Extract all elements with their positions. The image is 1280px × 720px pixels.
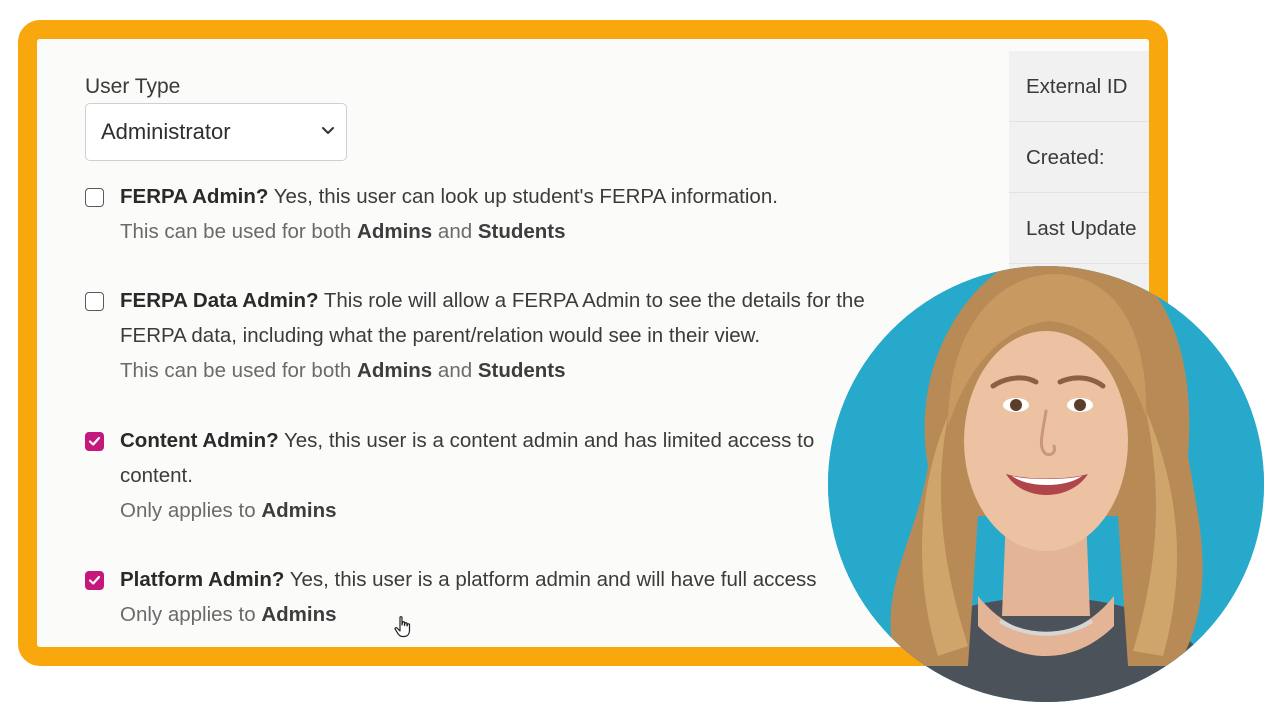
content-admin-checkbox[interactable]: [85, 432, 104, 451]
option-desc: Yes, this user can look up student's FER…: [268, 185, 778, 208]
option-description: Content Admin? Yes, this user is a conte…: [120, 423, 875, 493]
chevron-down-icon: [322, 127, 334, 134]
option-title: Platform Admin?: [120, 568, 285, 591]
note-students: Students: [477, 359, 566, 382]
option-content-admin: Content Admin? Yes, this user is a conte…: [85, 423, 875, 528]
option-title: Content Admin?: [120, 429, 279, 452]
ferpa-data-admin-checkbox[interactable]: [85, 292, 104, 311]
external-id-label: External ID: [1009, 51, 1149, 122]
option-description: Platform Admin? Yes, this user is a plat…: [120, 562, 945, 597]
note-and: and: [432, 359, 478, 382]
ferpa-admin-checkbox[interactable]: [85, 188, 104, 207]
presenter-photo: [828, 266, 1264, 702]
platform-admin-checkbox[interactable]: [85, 571, 104, 590]
note-prefix: This can be used for both: [120, 220, 358, 243]
option-note: This can be used for both Admins and Stu…: [120, 353, 910, 388]
note-prefix: Only applies to: [120, 499, 262, 522]
user-type-label: User Type: [85, 75, 181, 98]
user-type-select[interactable]: Administrator: [85, 103, 347, 161]
option-description: FERPA Data Admin? This role will allow a…: [120, 283, 910, 353]
hand-pointer-icon: [394, 616, 411, 638]
checkmark-icon: [88, 575, 101, 585]
checkmark-icon: [88, 436, 101, 446]
note-students: Students: [477, 220, 566, 243]
option-title: FERPA Admin?: [120, 185, 269, 208]
presenter-avatar: [828, 266, 1264, 702]
note-admins: Admins: [357, 220, 433, 243]
note-prefix: This can be used for both: [120, 359, 358, 382]
created-label: Created:: [1009, 122, 1149, 193]
note-admins: Admins: [357, 359, 433, 382]
user-type-value: Administrator: [101, 119, 231, 144]
option-ferpa-admin: FERPA Admin? Yes, this user can look up …: [85, 179, 945, 249]
option-note: This can be used for both Admins and Stu…: [120, 214, 945, 249]
option-note: Only applies to Admins: [120, 493, 875, 528]
option-ferpa-data-admin: FERPA Data Admin? This role will allow a…: [85, 283, 910, 388]
note-admins: Admins: [261, 499, 337, 522]
note-admins: Admins: [261, 603, 337, 626]
option-note: Only applies to Admins: [120, 597, 945, 632]
last-updated-label: Last Update: [1009, 193, 1149, 264]
option-title: FERPA Data Admin?: [120, 289, 319, 312]
option-platform-admin: Platform Admin? Yes, this user is a plat…: [85, 562, 945, 632]
note-and: and: [432, 220, 478, 243]
option-desc: Yes, this user is a platform admin and w…: [284, 568, 817, 591]
note-prefix: Only applies to: [120, 603, 262, 626]
option-description: FERPA Admin? Yes, this user can look up …: [120, 179, 945, 214]
